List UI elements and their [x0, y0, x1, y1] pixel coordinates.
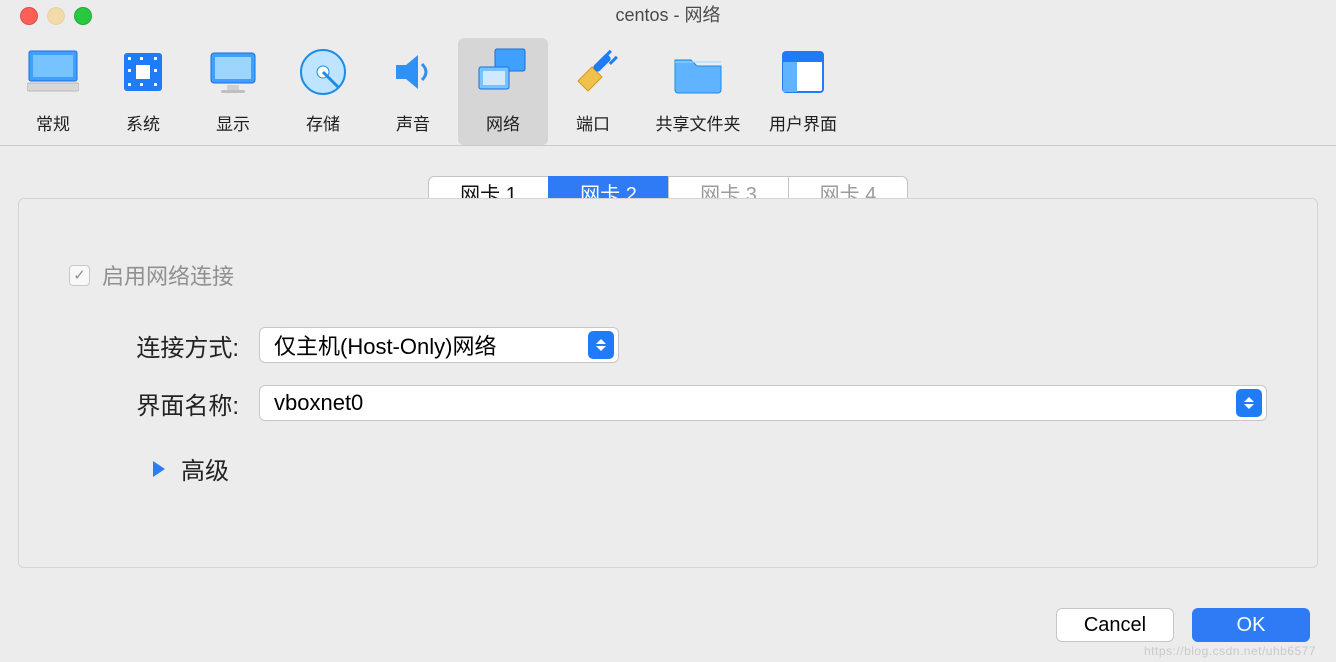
monitor-icon: [25, 44, 81, 100]
enable-network-row: ✓ 启用网络连接: [69, 259, 1267, 291]
watermark-text: https://blog.csdn.net/uhb6577: [1144, 644, 1316, 658]
toolbar-system[interactable]: 系统: [98, 38, 188, 145]
toolbar-audio[interactable]: 声音: [368, 38, 458, 145]
speaker-icon: [385, 44, 441, 100]
toolbar-label: 用户界面: [762, 110, 844, 135]
network-icon: [475, 44, 531, 100]
ui-icon: [775, 44, 831, 100]
interface-name-label: 界面名称:: [69, 386, 239, 421]
attached-to-label: 连接方式:: [69, 328, 239, 363]
toolbar-label: 系统: [102, 110, 184, 135]
toolbar-label: 常规: [12, 110, 94, 135]
enable-network-checkbox[interactable]: ✓: [69, 265, 90, 286]
toolbar-user-interface[interactable]: 用户界面: [758, 38, 848, 145]
advanced-disclosure[interactable]: 高级: [153, 451, 1267, 486]
display-icon: [205, 44, 261, 100]
enable-network-label: 启用网络连接: [102, 259, 234, 291]
toolbar-storage[interactable]: 存储: [278, 38, 368, 145]
chip-icon: [115, 44, 171, 100]
adapter-settings-group: ✓ 启用网络连接 连接方式: 仅主机(Host-Only)网络 界面名称: vb…: [18, 198, 1318, 568]
attached-to-row: 连接方式: 仅主机(Host-Only)网络: [69, 327, 1267, 363]
advanced-label: 高级: [181, 451, 229, 486]
cancel-button[interactable]: Cancel: [1056, 608, 1174, 642]
triangle-right-icon: [153, 461, 165, 477]
toolbar-network[interactable]: 网络: [458, 38, 548, 145]
toolbar-label: 声音: [372, 110, 454, 135]
toolbar-label: 网络: [462, 110, 544, 135]
updown-arrows-icon: [588, 331, 614, 359]
toolbar-general[interactable]: 常规: [8, 38, 98, 145]
toolbar-ports[interactable]: 端口: [548, 38, 638, 145]
attached-to-select[interactable]: 仅主机(Host-Only)网络: [259, 327, 619, 363]
toolbar-label: 存储: [282, 110, 364, 135]
attached-to-value: 仅主机(Host-Only)网络: [274, 329, 588, 361]
toolbar-display[interactable]: 显示: [188, 38, 278, 145]
dialog-footer: Cancel OK: [1056, 608, 1310, 642]
titlebar: centos - 网络: [0, 0, 1336, 28]
folder-icon: [670, 44, 726, 100]
window-title: centos - 网络: [0, 1, 1336, 27]
port-icon: [565, 44, 621, 100]
toolbar-label: 端口: [552, 110, 634, 135]
interface-name-row: 界面名称: vboxnet0: [69, 385, 1267, 421]
interface-name-value: vboxnet0: [274, 390, 1236, 416]
toolbar-shared-folders[interactable]: 共享文件夹: [638, 38, 758, 145]
disk-icon: [295, 44, 351, 100]
content-area: 网卡 1 网卡 2 网卡 3 网卡 4 ✓ 启用网络连接 连接方式: 仅主机(H…: [0, 146, 1336, 568]
ok-button[interactable]: OK: [1192, 608, 1310, 642]
updown-arrows-icon: [1236, 389, 1262, 417]
interface-name-select[interactable]: vboxnet0: [259, 385, 1267, 421]
toolbar-label: 显示: [192, 110, 274, 135]
toolbar-label: 共享文件夹: [642, 110, 754, 135]
settings-toolbar: 常规 系统 显示: [0, 28, 1336, 146]
